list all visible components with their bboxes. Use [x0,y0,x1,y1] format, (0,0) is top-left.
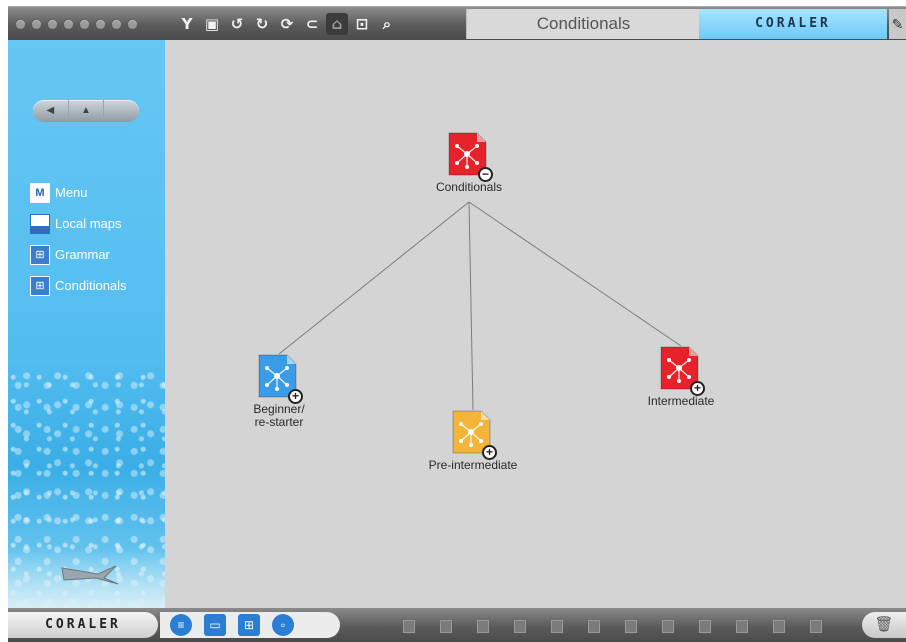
edge-conditionals-pre-intermediate [468,201,474,411]
window-dots [16,20,137,29]
node-label: Conditionals [435,180,503,194]
node-label: Beginner/ re-starter [253,402,305,429]
sidebar-links: M Menu Local maps ⊞ Grammar ⊞ Conditionals [30,177,127,301]
expand-icon[interactable]: + [288,389,303,404]
fit-icon[interactable]: ⊡ [351,13,373,35]
sidebar-item-label: Local maps [55,216,122,231]
map-icon: ⊞ [30,275,50,296]
expand-icon[interactable]: + [482,445,497,460]
map-canvas: − Conditionals + Beginner/ re-starter + Pre-i… [165,40,906,608]
node-label: Pre-intermediate [428,458,518,472]
list-icon[interactable]: ≡ [170,614,192,636]
map-view-icon[interactable]: ⊞ [238,614,260,636]
map-node-conditionals[interactable]: − Conditionals [409,132,529,194]
sidebar-item-label: Grammar [55,247,110,262]
sidebar-item-label: Conditionals [55,278,127,293]
map-title-field[interactable]: Conditionals [466,9,700,39]
node-label: Intermediate [647,394,715,408]
app-window: Y ▣ ↺ ↻ ⟳ ⊂ ⌂ ⊡ ⌕ Conditionals CORALER ✎ ◀ ▲ M Me… [0,0,906,642]
history-nav: ◀ ▲ [33,100,139,122]
bottom-bar: CORALER ≡ ▭ ⊞ ▫ 🗑 [8,608,906,642]
sidebar: ◀ ▲ M Menu Local maps ⊞ Grammar ⊞ Conditionals [8,40,165,608]
concept-map-icon[interactable]: − [447,132,493,182]
print-icon[interactable]: ⌂ [326,13,348,35]
undo-icon[interactable]: ↺ [226,13,248,35]
save-icon[interactable]: ▣ [201,13,223,35]
map-edges [278,201,682,411]
bottom-icons: ≡ ▭ ⊞ ▫ [160,612,340,638]
expand-icon[interactable]: + [690,381,705,396]
map-icon: ⊞ [30,244,50,265]
info-icon[interactable]: ▫ [272,614,294,636]
redo-icon[interactable]: ↻ [251,13,273,35]
concept-map-icon[interactable]: + [451,410,497,460]
slot-strip [403,620,822,633]
sidebar-item-conditionals[interactable]: ⊞ Conditionals [30,270,127,301]
monitor-icon [30,213,50,234]
anchor-icon [61,565,119,585]
edit-icon[interactable]: ✎ [889,9,906,39]
map-node-pre-intermediate[interactable]: + Pre-intermediate [413,410,533,472]
map-node-intermediate[interactable]: + Intermediate [621,346,741,408]
forward-icon[interactable] [104,100,139,122]
sidebar-item-menu[interactable]: M Menu [30,177,127,208]
trash-icon[interactable]: 🗑 [862,612,906,638]
sidebar-item-local-maps[interactable]: Local maps [30,208,127,239]
brand-logo-bottom: CORALER [8,612,158,638]
zoom-icon[interactable]: ⌕ [376,13,398,35]
window-icon[interactable]: ▭ [204,614,226,636]
up-icon[interactable]: ▲ [69,100,105,122]
back-icon[interactable]: ◀ [33,100,69,122]
toolbar-tools: Y ▣ ↺ ↻ ⟳ ⊂ ⌂ ⊡ ⌕ [176,13,398,35]
map-node-beginner[interactable]: + Beginner/ re-starter [219,354,339,429]
edge-conditionals-intermediate [468,201,682,347]
brand-logo: CORALER [699,9,887,39]
refresh-icon[interactable]: ⟳ [276,13,298,35]
sidebar-item-label: Menu [55,185,88,200]
sidebar-item-grammar[interactable]: ⊞ Grammar [30,239,127,270]
link-icon[interactable]: ⊂ [301,13,323,35]
menu-icon: M [30,182,50,203]
concept-map-icon[interactable]: + [257,354,303,404]
edge-conditionals-beginner [278,201,470,355]
filter-icon[interactable]: Y [176,13,198,35]
concept-map-icon[interactable]: + [659,346,705,396]
collapse-icon[interactable]: − [478,167,493,182]
top-toolbar: Y ▣ ↺ ↻ ⟳ ⊂ ⌂ ⊡ ⌕ Conditionals CORALER ✎ [8,6,906,41]
